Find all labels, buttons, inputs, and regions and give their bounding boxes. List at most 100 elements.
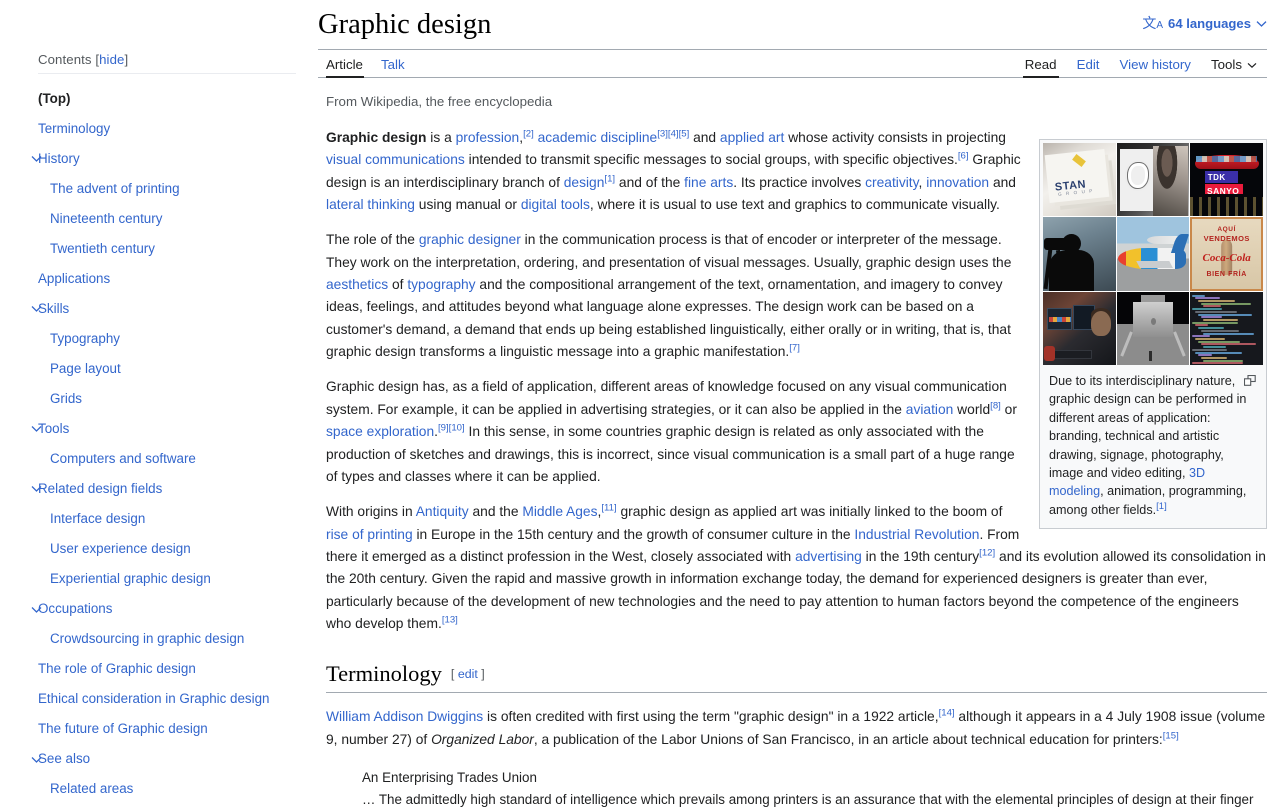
toc-link[interactable]: Ethical consideration in Graphic design (38, 684, 296, 714)
ref-11[interactable]: [11] (601, 503, 616, 514)
link-antiquity[interactable]: Antiquity (416, 504, 469, 519)
p2-t1: The role of the (326, 232, 419, 248)
collage-image[interactable]: STAN G R O U P TDK SANYO AQUÍ VENDEMOS C… (1043, 143, 1263, 366)
toc-link[interactable]: The role of Graphic design (38, 654, 296, 684)
article-title-row: Graphic design 文A 64 languages (318, 0, 1267, 51)
link-middle-ages[interactable]: Middle Ages (522, 504, 597, 519)
link-innovation[interactable]: innovation (926, 175, 989, 190)
link-fine-arts[interactable]: fine arts (684, 175, 733, 190)
link-industrial-revolution[interactable]: Industrial Revolution (854, 527, 979, 542)
toc-link[interactable]: Page layout (38, 353, 296, 383)
ref-8[interactable]: [8] (990, 400, 1001, 411)
namespace-tabs: Article Talk (318, 57, 414, 79)
ref-15[interactable]: [15] (1163, 730, 1179, 741)
chevron-down-icon[interactable] (30, 753, 44, 767)
thumbnail-caption: Due to its interdisciplinary nature, gra… (1043, 365, 1263, 525)
toc-link[interactable]: (Top) (38, 83, 296, 113)
link-aesthetics[interactable]: aesthetics (326, 277, 388, 292)
tab-talk[interactable]: Talk (372, 57, 414, 77)
toc-item-page-layout: Page layout (38, 353, 296, 383)
toc-link[interactable]: Nineteenth century (38, 203, 296, 233)
link-william-addison-dwiggins[interactable]: William Addison Dwiggins (326, 709, 483, 724)
collage-cell-stan-group-sketches: STAN G R O U P (1043, 143, 1116, 217)
toc-item-nineteenth-century: Nineteenth century (38, 203, 296, 233)
language-selector-button[interactable]: 文A 64 languages (1142, 16, 1267, 31)
chevron-down-icon[interactable] (30, 603, 44, 617)
collage-cell-piccadilly-neon-signs: TDK SANYO (1190, 143, 1263, 217)
edit-button[interactable]: edit (458, 667, 478, 681)
toc-link[interactable]: Occupations (38, 594, 296, 624)
link-visual-communications[interactable]: visual communications (326, 152, 465, 167)
ref-1[interactable]: [1] (604, 173, 615, 184)
link-creativity[interactable]: creativity (865, 175, 918, 190)
ref-7[interactable]: [7] (789, 343, 800, 354)
toc-link[interactable]: Computers and software (38, 443, 296, 473)
code-line (1197, 340, 1241, 343)
link-academic-discipline[interactable]: academic discipline (538, 130, 658, 145)
enlarge-icon[interactable] (1243, 373, 1256, 386)
link-typography[interactable]: typography (407, 277, 475, 292)
link-profession[interactable]: profession (456, 130, 520, 145)
chevron-down-icon[interactable] (30, 482, 44, 496)
toc-item-typography: Typography (38, 323, 296, 353)
link-lateral-thinking[interactable]: lateral thinking (326, 197, 415, 212)
tab-view-history[interactable]: View history (1110, 57, 1201, 77)
code-line (1203, 332, 1255, 335)
link-rise-of-printing[interactable]: rise of printing (326, 527, 413, 542)
tab-article[interactable]: Article (318, 57, 372, 79)
blockquote-body: … The admittedly high standard of intell… (362, 792, 1254, 807)
link-space-exploration[interactable]: space exploration (326, 424, 434, 439)
chevron-down-icon[interactable] (30, 422, 44, 436)
toc-link[interactable]: The advent of printing (38, 173, 296, 203)
ref-6[interactable]: [6] (958, 151, 969, 162)
link-applied-art[interactable]: applied art (720, 130, 784, 145)
terminology-body: William Addison Dwiggins is often credit… (318, 706, 1267, 807)
tab-tools[interactable]: Tools (1201, 57, 1267, 77)
chevron-down-icon[interactable] (30, 302, 44, 316)
tab-edit[interactable]: Edit (1067, 57, 1110, 77)
toc-link[interactable]: Typography (38, 323, 296, 353)
toc-link[interactable]: See also (38, 744, 296, 774)
link-advertising[interactable]: advertising (795, 549, 862, 564)
ref-12[interactable]: [12] (979, 547, 995, 558)
code-line (1194, 338, 1226, 341)
link-aviation[interactable]: aviation (906, 402, 954, 417)
toc-link[interactable]: Grids (38, 383, 296, 413)
collage-cell-photographer-silhouette (1043, 217, 1116, 291)
toc-item-skills: Skills (31, 293, 296, 323)
toc-item-interface-design: Interface design (38, 503, 296, 533)
toc-link[interactable]: User experience design (38, 533, 296, 563)
toc-link[interactable]: History (38, 143, 296, 173)
ref-14[interactable]: [14] (939, 708, 955, 719)
link-digital-tools[interactable]: digital tools (521, 197, 590, 212)
code-line (1200, 316, 1223, 319)
toc-link[interactable]: Applications (38, 263, 296, 293)
wikipedia-article-page: Contents [hide] (Top) Terminology History T… (0, 0, 1281, 807)
chevron-down-icon[interactable] (30, 152, 44, 166)
caption-ref-1[interactable]: [1] (1156, 500, 1167, 511)
edit-bracket-close: ] (481, 667, 485, 682)
tab-read[interactable]: Read (1015, 57, 1067, 79)
toc-hide-button[interactable]: hide (99, 52, 124, 67)
ref-9-10[interactable]: [9][10] (438, 423, 465, 434)
link-graphic-designer[interactable]: graphic designer (419, 232, 521, 247)
toc-link[interactable]: Terminology (38, 113, 296, 143)
toc-link[interactable]: The future of Graphic design (38, 714, 296, 744)
toc-link[interactable]: Interface design (38, 503, 296, 533)
toc-link[interactable]: Tools (38, 413, 296, 443)
toc-link[interactable]: Related areas (38, 774, 296, 804)
toc-link[interactable]: Skills (38, 293, 296, 323)
toc-link[interactable]: Related design fields (38, 473, 296, 503)
toc-link[interactable]: Experiential graphic design (38, 564, 296, 594)
aircraft-wing (1136, 261, 1174, 268)
view-tabs: Read Edit View history Tools (1015, 57, 1267, 79)
ref-13[interactable]: [13] (442, 614, 458, 625)
link-design[interactable]: design (564, 175, 605, 190)
toc-item-user-experience-design: User experience design (38, 533, 296, 563)
ref-3-4-5[interactable]: [3][4][5] (657, 128, 689, 139)
toc-link[interactable]: Twentieth century (38, 233, 296, 263)
ref-2[interactable]: [2] (523, 128, 534, 139)
code-line (1200, 302, 1251, 305)
article-content: Graphic design 文A 64 languages Article Ta… (310, 0, 1281, 807)
toc-link[interactable]: Crowdsourcing in graphic design (38, 624, 296, 654)
